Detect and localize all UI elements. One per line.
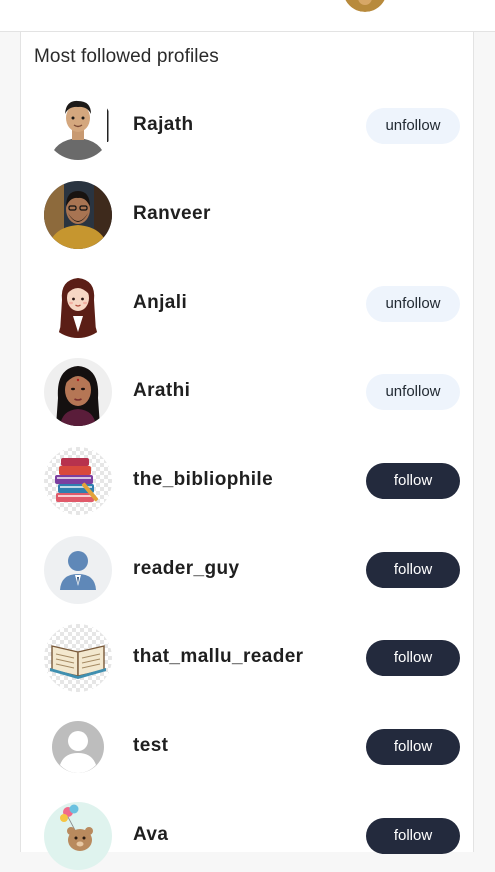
profile-row: Ranveer — [21, 181, 473, 251]
profile-row: the_bibliophile follow — [21, 447, 473, 517]
most-followed-panel: Most followed profiles Rajath unfollow R… — [20, 32, 474, 870]
panel-title: Most followed profiles — [34, 46, 219, 67]
teddy-balloon-avatar[interactable] — [44, 802, 112, 870]
photo-boy-avatar[interactable] — [44, 92, 112, 160]
profile-name[interactable]: the_bibliophile — [133, 469, 273, 491]
profile-row: Ava follow — [21, 802, 473, 872]
profile-row: test follow — [21, 713, 473, 783]
follow-button[interactable]: follow — [366, 640, 460, 676]
default-person-avatar[interactable] — [44, 536, 112, 604]
profile-row: Anjali unfollow — [21, 270, 473, 340]
unfollow-button[interactable]: unfollow — [366, 286, 460, 322]
profile-name[interactable]: test — [133, 735, 168, 757]
top-bar — [0, 0, 495, 32]
profile-name[interactable]: Anjali — [133, 292, 187, 314]
profile-name[interactable]: reader_guy — [133, 558, 239, 580]
profile-name[interactable]: Ranveer — [133, 203, 211, 225]
follow-button[interactable]: follow — [366, 729, 460, 765]
grey-person-avatar[interactable] — [44, 713, 112, 781]
profile-name[interactable]: Arathi — [133, 380, 190, 402]
profile-row: Arathi unfollow — [21, 358, 473, 428]
profile-name[interactable]: that_mallu_reader — [133, 646, 303, 668]
profile-name[interactable]: Ava — [133, 824, 168, 846]
profile-row: that_mallu_reader follow — [21, 624, 473, 694]
profile-row: reader_guy follow — [21, 536, 473, 606]
cartoon-girl-avatar[interactable] — [44, 270, 112, 338]
current-user-avatar[interactable] — [343, 0, 387, 12]
photo-man-avatar[interactable] — [44, 181, 112, 249]
photo-woman-avatar[interactable] — [44, 358, 112, 426]
books-stack-avatar[interactable] — [44, 447, 112, 515]
follow-button[interactable]: follow — [366, 463, 460, 499]
profile-name[interactable]: Rajath — [133, 114, 193, 136]
open-book-avatar[interactable] — [44, 624, 112, 692]
follow-button[interactable]: follow — [366, 818, 460, 854]
unfollow-button[interactable]: unfollow — [366, 374, 460, 410]
profile-row: Rajath unfollow — [21, 92, 473, 162]
follow-button[interactable]: follow — [366, 552, 460, 588]
unfollow-button[interactable]: unfollow — [366, 108, 460, 144]
